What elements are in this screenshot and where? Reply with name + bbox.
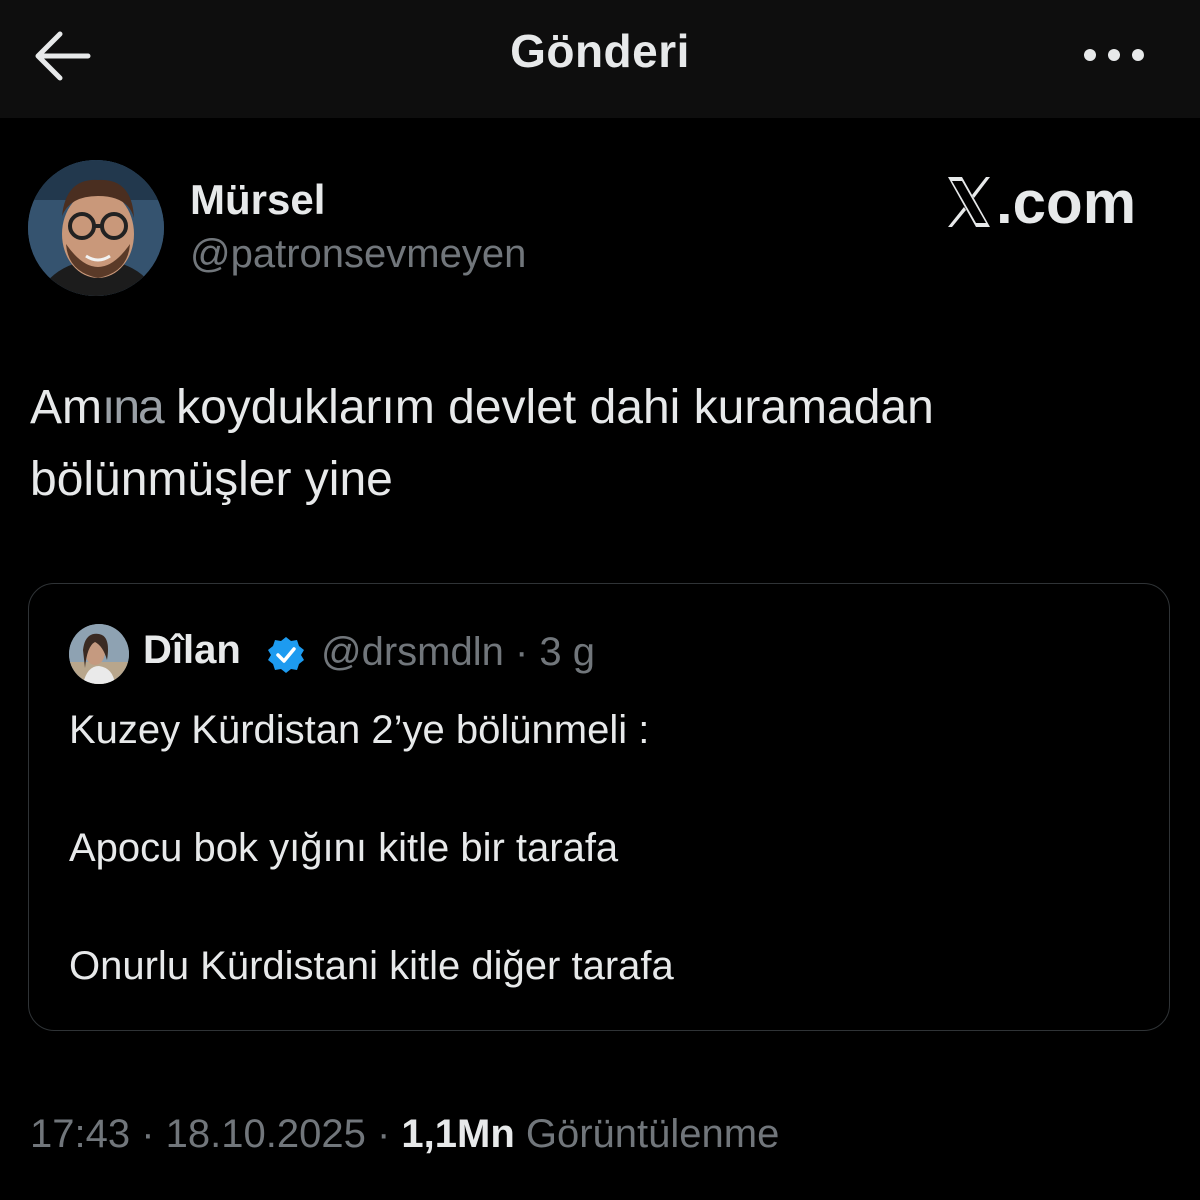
post-text: Amına koyduklarım devlet dahi kuramadan … xyxy=(30,372,1170,516)
x-logo-icon xyxy=(944,174,994,243)
post-timestamp[interactable]: 17:43 · 18.10.2025 · xyxy=(30,1112,401,1156)
quoted-author-avatar[interactable] xyxy=(69,624,129,684)
page-title: Gönderi xyxy=(510,25,690,77)
quoted-text-line: Apocu bok yığını kitle bir tarafa xyxy=(69,826,619,870)
x-com-text: .com xyxy=(996,169,1137,236)
x-com-watermark: .com xyxy=(944,168,1136,243)
post-footer: 17:43 · 18.10.2025 · 1,1Mn Görüntülenme xyxy=(30,1112,779,1157)
author-avatar[interactable] xyxy=(28,160,164,296)
post-text-line-2: bölünmüşler yine xyxy=(30,453,393,506)
quoted-post-meta: @drsmdln · 3 g xyxy=(321,630,595,675)
views-count: 1,1Mn xyxy=(401,1112,515,1156)
verified-badge-icon xyxy=(267,636,305,674)
top-bar: Gönderi xyxy=(0,0,1200,118)
author-handle[interactable]: @patronsevmeyen xyxy=(190,232,526,277)
quoted-author-handle[interactable]: @drsmdln xyxy=(321,630,504,674)
more-horizontal-icon xyxy=(1084,49,1144,61)
quoted-text-line: Onurlu Kürdistani kitle diğer tarafa xyxy=(69,944,674,988)
views-label: Görüntülenme xyxy=(514,1112,780,1156)
quoted-author-display-name[interactable]: Dîlan xyxy=(143,628,241,673)
quoted-post-card[interactable]: Dîlan @drsmdln · 3 g Kuzey Kürdistan 2’y… xyxy=(28,583,1170,1031)
author-display-name[interactable]: Mürsel xyxy=(190,176,325,224)
quoted-post-age: · 3 g xyxy=(503,630,596,674)
censored-word: ına xyxy=(102,381,165,434)
post-text-line-1: Amına koyduklarım devlet dahi kuramadan xyxy=(30,381,934,434)
quoted-text-line: Kuzey Kürdistan 2’ye bölünmeli : xyxy=(69,708,650,752)
more-button[interactable] xyxy=(1082,38,1146,72)
